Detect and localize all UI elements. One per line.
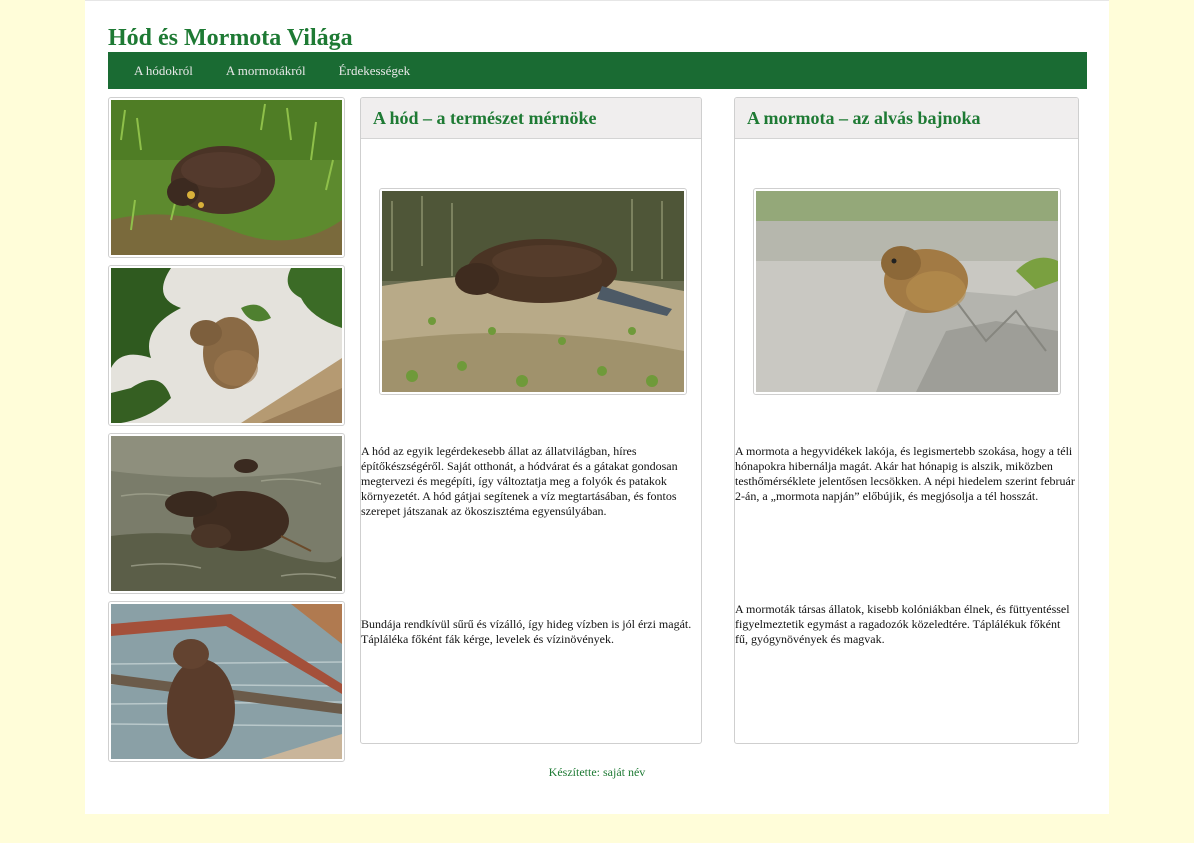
marmot-card-title: A mormota – az alvás bajnoka xyxy=(747,107,981,128)
marmot-paragraph-1: A mormota a hegyvidékek lakója, és legis… xyxy=(735,444,1075,503)
beaver-card-header: A hód – a természet mérnöke xyxy=(361,98,701,139)
gallery-photo-beaver-grass[interactable] xyxy=(108,97,345,258)
beaver-riverbank-photo xyxy=(382,191,684,392)
gallery-photo-beavers-water[interactable] xyxy=(108,433,345,594)
photo-gallery xyxy=(108,97,345,769)
beaver-leaves-photo xyxy=(111,268,342,423)
gallery-photo-beaver-branch[interactable] xyxy=(108,601,345,762)
nav-link-mormotak[interactable]: A mormotákról xyxy=(226,63,306,79)
marmot-paragraph-2: A mormoták társas állatok, kisebb kolóni… xyxy=(735,602,1070,646)
site-title: Hód és Mormota Világa xyxy=(108,25,353,51)
nav-link-erdekessegek[interactable]: Érdekességek xyxy=(339,63,410,79)
nav-link-hodok[interactable]: A hódokról xyxy=(134,63,193,79)
beaver-paragraph-1: A hód az egyik legérdekesebb állat az ál… xyxy=(361,444,678,518)
footer-credit: Készítette: saját név xyxy=(548,765,646,779)
page-container: Hód és Mormota Világa A hódokról A mormo… xyxy=(85,0,1109,814)
marmot-card: A mormota – az alvás bajnoka A mormota a… xyxy=(734,97,1079,744)
beavers-water-photo xyxy=(111,436,342,591)
beaver-card: A hód – a természet mérnöke A hód az egy… xyxy=(360,97,702,744)
marmot-card-image xyxy=(753,188,1061,395)
gallery-photo-beaver-leaves[interactable] xyxy=(108,265,345,426)
beaver-grass-photo xyxy=(111,100,342,255)
main-navbar: A hódokról A mormotákról Érdekességek xyxy=(108,52,1087,89)
marmot-card-header: A mormota – az alvás bajnoka xyxy=(735,98,1078,139)
beaver-card-title: A hód – a természet mérnöke xyxy=(373,107,597,128)
beaver-branch-photo xyxy=(111,604,342,759)
marmot-rock-photo xyxy=(756,191,1058,392)
beaver-paragraph-2: Bundája rendkívül sűrű és vízálló, így h… xyxy=(361,617,692,646)
beaver-card-image xyxy=(379,188,687,395)
